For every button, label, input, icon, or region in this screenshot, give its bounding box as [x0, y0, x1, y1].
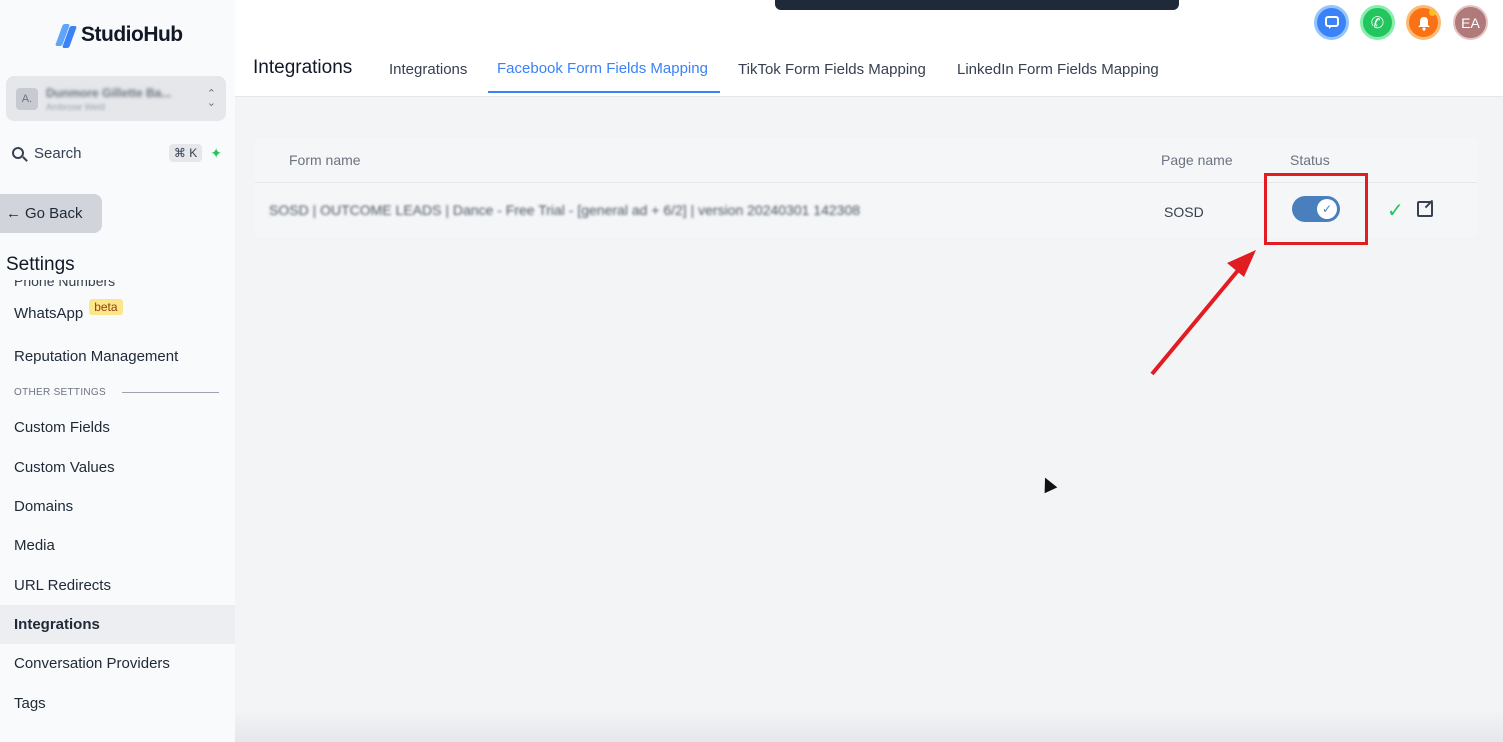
annotation-arrow-line	[1150, 266, 1242, 376]
sidebar-item-phone-numbers[interactable]: Phone Numbers	[0, 280, 235, 290]
annotation-highlight-box	[1264, 173, 1368, 245]
sidebar-item-tags[interactable]: Tags	[0, 683, 235, 722]
chat-icon[interactable]	[1314, 5, 1349, 40]
tab-integrations[interactable]: Integrations	[389, 61, 467, 78]
sidebar-item-url-redirects[interactable]: URL Redirects	[0, 565, 235, 604]
sidebar-item-integrations[interactable]: Integrations	[0, 604, 235, 645]
column-header-status: Status	[1290, 152, 1330, 168]
notification-dot	[1429, 9, 1436, 16]
beta-badge: beta	[89, 298, 123, 315]
confirm-check-icon[interactable]: ✓	[1387, 198, 1404, 223]
sidebar-item-label: URL Redirects	[14, 576, 111, 594]
go-back-button[interactable]: ← Go Back	[0, 194, 102, 233]
account-avatar: A.	[16, 87, 38, 110]
user-avatar[interactable]: EA	[1453, 5, 1488, 40]
sidebar-item-domains[interactable]: Domains	[0, 487, 235, 526]
sidebar-item-media[interactable]: Media	[0, 526, 235, 565]
annotation-arrow-head	[1227, 250, 1256, 277]
column-header-form-name: Form name	[289, 152, 361, 168]
search-label: Search	[34, 144, 82, 162]
mouse-cursor-icon	[1038, 474, 1058, 494]
account-name: Dunmore Gillette Ba...	[46, 85, 172, 100]
tab-tiktok-form-fields-mapping[interactable]: TikTok Form Fields Mapping	[738, 61, 926, 78]
go-back-label: Go Back	[25, 205, 83, 222]
section-other-settings: OTHER SETTINGS	[0, 376, 235, 408]
search-shortcut: ⌘ K	[168, 144, 203, 162]
bell-icon[interactable]	[1406, 5, 1441, 40]
divider	[121, 391, 219, 393]
form-name-cell: SOSD | OUTCOME LEADS | Dance - Free Tria…	[269, 202, 861, 218]
sidebar-item-label: Reputation Management	[14, 348, 179, 366]
brand-name: StudioHub	[81, 23, 183, 46]
account-switcher[interactable]: A. Dunmore Gillette Ba... Ambrose Weld ⌃…	[6, 76, 226, 121]
sparkle-icon[interactable]: ✦	[210, 145, 222, 162]
bottom-fade	[235, 710, 1503, 742]
sidebar-item-label: Integrations	[14, 615, 100, 633]
sidebar-item-label: Domains	[14, 498, 74, 516]
sidebar-item-label: WhatsApp	[14, 305, 84, 322]
sidebar-item-label: Tags	[14, 694, 46, 712]
sidebar-item-custom-values[interactable]: Custom Values	[0, 448, 235, 487]
arrow-left-icon: ←	[6, 205, 21, 222]
sidebar-item-label: Conversation Providers	[14, 655, 170, 673]
tab-facebook-form-fields-mapping[interactable]: Facebook Form Fields Mapping	[497, 60, 708, 77]
account-sub: Ambrose Weld	[46, 101, 105, 112]
sidebar-item-conversation-providers[interactable]: Conversation Providers	[0, 644, 235, 683]
logo-icon	[54, 22, 78, 48]
sidebar-item-whatsapp[interactable]: WhatsApp beta	[0, 290, 235, 337]
overlay-strip	[775, 0, 1179, 10]
settings-title: Settings	[6, 254, 75, 275]
sidebar-item-reputation-management[interactable]: Reputation Management	[0, 337, 235, 376]
sidebar-item-custom-fields[interactable]: Custom Fields	[0, 408, 235, 447]
edit-icon[interactable]	[1417, 201, 1433, 217]
active-tab-indicator	[488, 91, 720, 93]
page-title: Integrations	[253, 57, 353, 78]
top-bar: Integrations Integrations Facebook Form …	[235, 0, 1503, 97]
section-label: OTHER SETTINGS	[14, 386, 106, 398]
search-button[interactable]: Search ⌘ K ✦	[6, 139, 228, 167]
sidebar-item-label: Custom Values	[14, 458, 115, 476]
chevron-updown-icon: ⌃ ⌄	[206, 87, 216, 109]
search-icon	[12, 147, 24, 159]
settings-nav: Phone Numbers WhatsApp beta Reputation M…	[0, 280, 235, 723]
sidebar-item-label: Media	[14, 537, 55, 555]
column-header-page-name: Page name	[1161, 152, 1233, 168]
tab-linkedin-form-fields-mapping[interactable]: LinkedIn Form Fields Mapping	[957, 61, 1159, 78]
brand-logo[interactable]: StudioHub	[54, 22, 183, 48]
sidebar-item-label: Custom Fields	[14, 419, 110, 437]
page-name-cell: SOSD	[1164, 204, 1204, 220]
sidebar: StudioHub A. Dunmore Gillette Ba... Ambr…	[0, 0, 235, 742]
phone-icon[interactable]: ✆	[1360, 5, 1395, 40]
